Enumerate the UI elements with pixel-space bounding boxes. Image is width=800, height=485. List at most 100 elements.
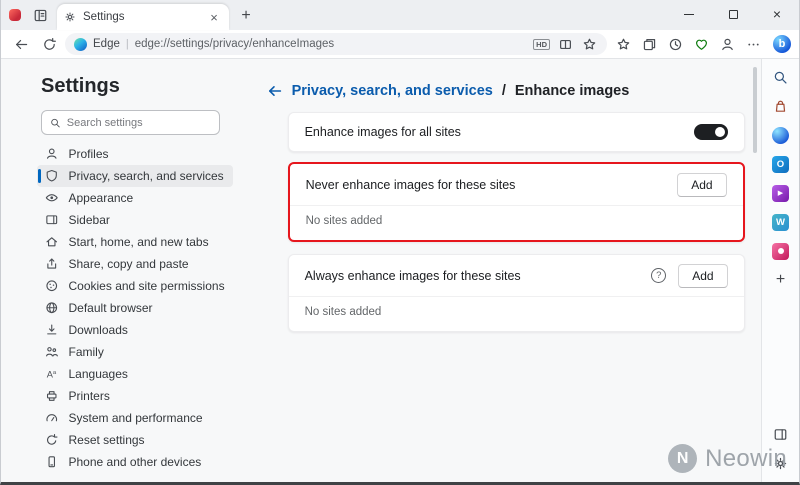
enhance-all-sites-label: Enhance images for all sites bbox=[305, 125, 461, 139]
refresh-button[interactable] bbox=[37, 32, 61, 56]
maximize-button[interactable] bbox=[711, 0, 755, 28]
never-enhance-add-button[interactable]: Add bbox=[677, 173, 726, 197]
maximize-icon bbox=[729, 10, 738, 19]
sidebar-item-default-browser[interactable]: Default browser bbox=[37, 297, 233, 319]
collections-button[interactable] bbox=[637, 32, 661, 56]
scrollbar-thumb[interactable] bbox=[753, 67, 757, 153]
hd-indicator[interactable]: HD bbox=[533, 39, 550, 50]
sidebar-item-label: Reset settings bbox=[69, 433, 145, 447]
settings-cards: Enhance images for all sites Never enhan… bbox=[288, 112, 745, 332]
sidebar-item-reset-settings[interactable]: Reset settings bbox=[37, 429, 233, 451]
favorites-button[interactable] bbox=[611, 32, 635, 56]
sidebar-item-label: Default browser bbox=[69, 301, 153, 315]
sidebar-item-family[interactable]: Family bbox=[37, 341, 233, 363]
sidebar-item-label: Sidebar bbox=[69, 213, 110, 227]
sidebar-item-printers[interactable]: Printers bbox=[37, 385, 233, 407]
more-menu-icon bbox=[746, 37, 761, 52]
enhance-all-sites-toggle[interactable] bbox=[694, 124, 728, 140]
sidebar-item-sidebar[interactable]: Sidebar bbox=[37, 209, 233, 231]
address-separator: | bbox=[126, 38, 129, 50]
cookie-icon bbox=[45, 279, 59, 293]
refresh-icon bbox=[42, 37, 57, 52]
always-enhance-add-button[interactable]: Add bbox=[678, 264, 727, 288]
outlook-icon[interactable]: O bbox=[770, 153, 792, 175]
more-menu-button[interactable] bbox=[741, 32, 765, 56]
sidebar-item-profiles[interactable]: Profiles bbox=[37, 143, 233, 165]
sidebar-item-appearance[interactable]: Appearance bbox=[37, 187, 233, 209]
close-button[interactable]: × bbox=[755, 0, 799, 28]
word-icon[interactable]: W bbox=[770, 211, 792, 233]
drop-icon[interactable]: ▶ bbox=[770, 182, 792, 204]
bag-icon bbox=[773, 99, 788, 114]
browser-essentials-icon bbox=[694, 37, 709, 52]
profile-button[interactable] bbox=[715, 32, 739, 56]
help-icon[interactable]: ? bbox=[651, 268, 666, 283]
history-button[interactable] bbox=[663, 32, 687, 56]
settings-search-input[interactable] bbox=[67, 117, 211, 129]
always-enhance-card: Always enhance images for these sites ? … bbox=[288, 254, 745, 332]
neowin-logo-icon: N bbox=[668, 444, 697, 473]
language-icon: Aa bbox=[45, 367, 59, 381]
new-tab-button[interactable]: + bbox=[233, 4, 259, 28]
add-sidebar-item-icon[interactable]: + bbox=[770, 269, 792, 291]
settings-sidebar: Settings ProfilesPrivacy, search, and se… bbox=[1, 59, 241, 482]
collections-icon bbox=[642, 37, 657, 52]
breadcrumb: Privacy, search, and services / Enhance … bbox=[267, 83, 761, 99]
sidebar-item-label: Family bbox=[69, 345, 104, 359]
neowin-watermark: N Neowin bbox=[668, 444, 787, 473]
bing-discover-icon[interactable]: b bbox=[773, 35, 791, 53]
breadcrumb-back-icon bbox=[267, 83, 283, 99]
sidebar-item-share-copy-and-paste[interactable]: Share, copy and paste bbox=[37, 253, 233, 275]
games-icon[interactable] bbox=[770, 240, 792, 262]
sidebar-item-label: Start, home, and new tabs bbox=[69, 235, 209, 249]
breadcrumb-back-button[interactable] bbox=[267, 83, 283, 99]
settings-page: Settings ProfilesPrivacy, search, and se… bbox=[1, 59, 799, 482]
printer-icon bbox=[45, 389, 59, 403]
tab-title: Settings bbox=[83, 11, 199, 23]
favorite-star-icon[interactable] bbox=[580, 35, 598, 53]
panel-icon[interactable] bbox=[770, 423, 792, 445]
browser-essentials-button[interactable] bbox=[689, 32, 713, 56]
active-tab[interactable]: Settings × bbox=[57, 4, 229, 30]
address-bar[interactable]: Edge | edge://settings/privacy/enhanceIm… bbox=[65, 33, 607, 55]
sidebar-item-start-home-and-new-tabs[interactable]: Start, home, and new tabs bbox=[37, 231, 233, 253]
copilot-icon[interactable] bbox=[770, 124, 792, 146]
back-button[interactable] bbox=[9, 32, 33, 56]
sidebar-item-downloads[interactable]: Downloads bbox=[37, 319, 233, 341]
tab-actions-icon[interactable] bbox=[31, 6, 49, 24]
sidebar-item-label: Profiles bbox=[69, 147, 109, 161]
settings-search[interactable] bbox=[41, 110, 220, 135]
sidebar-item-system-and-performance[interactable]: System and performance bbox=[37, 407, 233, 429]
enhance-all-sites-card: Enhance images for all sites bbox=[288, 112, 745, 152]
sidebar-item-languages[interactable]: Aa Languages bbox=[37, 363, 233, 385]
shield-icon bbox=[45, 169, 59, 183]
breadcrumb-separator: / bbox=[502, 83, 506, 99]
split-screen-icon[interactable] bbox=[556, 35, 574, 53]
edge-sidebar-apps: O ▶ W + bbox=[770, 66, 792, 291]
edge-logo-icon bbox=[74, 38, 87, 51]
settings-gear-favicon bbox=[64, 11, 76, 23]
minimize-button[interactable] bbox=[667, 0, 711, 28]
sidebar-item-label: Share, copy and paste bbox=[69, 257, 189, 271]
sidebar-item-cookies-and-site-permissions[interactable]: Cookies and site permissions bbox=[37, 275, 233, 297]
tab-strip: Settings × + × bbox=[1, 0, 799, 30]
settings-content: Privacy, search, and services / Enhance … bbox=[241, 59, 761, 482]
shopping-icon[interactable] bbox=[770, 95, 792, 117]
performance-icon bbox=[45, 411, 59, 425]
workspaces-icon[interactable] bbox=[9, 9, 21, 21]
sidebar-search-icon[interactable] bbox=[770, 66, 792, 88]
sidebar-item-label: Languages bbox=[69, 367, 128, 381]
always-enhance-label: Always enhance images for these sites bbox=[305, 269, 521, 283]
sidebar-layout-icon bbox=[45, 213, 59, 227]
sidebar-item-privacy-search-and-services[interactable]: Privacy, search, and services bbox=[37, 165, 233, 187]
sidebar-item-phone-and-other-devices[interactable]: Phone and other devices bbox=[37, 451, 233, 473]
search-icon bbox=[50, 117, 61, 129]
svg-text:a: a bbox=[53, 370, 57, 376]
window-controls: × bbox=[667, 0, 799, 28]
neowin-watermark-text: Neowin bbox=[705, 445, 787, 473]
navigation-bar: Edge | edge://settings/privacy/enhanceIm… bbox=[1, 30, 799, 59]
tab-close-icon[interactable]: × bbox=[206, 9, 222, 25]
toolbar-actions bbox=[611, 32, 765, 56]
breadcrumb-parent-link[interactable]: Privacy, search, and services bbox=[292, 83, 493, 99]
sidebar-item-label: Phone and other devices bbox=[69, 455, 202, 469]
